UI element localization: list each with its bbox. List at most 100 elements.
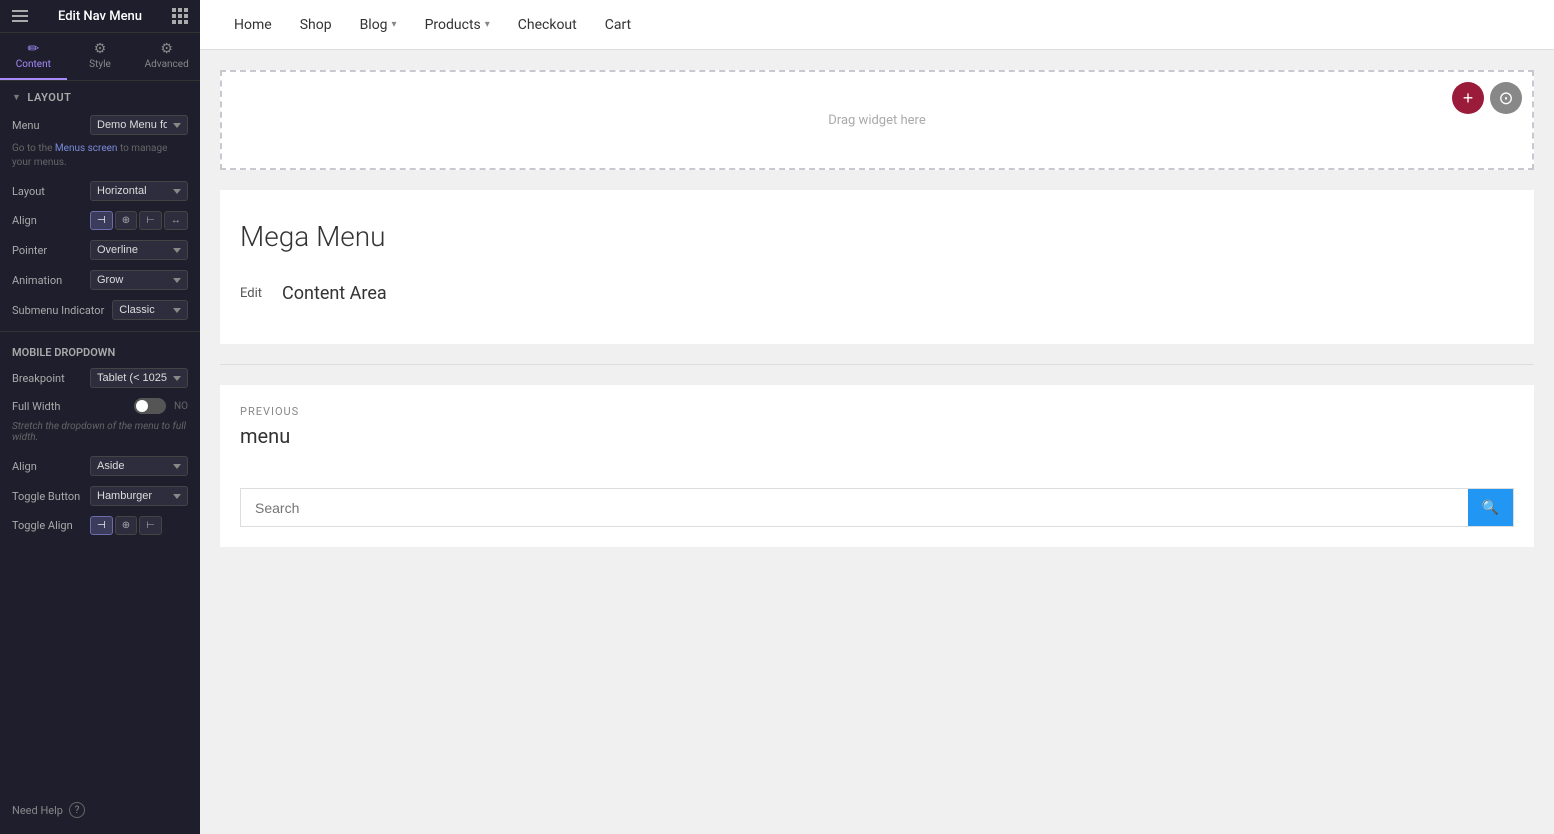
need-help[interactable]: Need Help ? [0, 786, 200, 834]
tab-style[interactable]: ⚙ Style [67, 33, 134, 80]
edit-link[interactable]: Edit [240, 286, 262, 301]
menu-field-control: Demo Menu for Ele [90, 115, 188, 135]
toggle-align-left-btn[interactable]: ⊣ [90, 516, 113, 535]
layout-select[interactable]: Horizontal [90, 181, 188, 201]
layout-field-row: Layout Horizontal [0, 176, 200, 206]
nav-bar: Home Shop Blog ▾ Products ▾ Checkout Car… [200, 0, 1554, 50]
tab-bar: ✏ Content ⚙ Style ⚙ Advanced [0, 33, 200, 81]
menu-select[interactable]: Demo Menu for Ele [90, 115, 188, 135]
tab-advanced[interactable]: ⚙ Advanced [133, 33, 200, 80]
tab-content[interactable]: ✏ Content [0, 33, 67, 80]
nav-cart-label: Cart [605, 17, 631, 33]
nav-item-cart[interactable]: Cart [591, 0, 645, 50]
grid-icon[interactable] [172, 8, 188, 24]
align2-field-row: Align Aside [0, 451, 200, 481]
toggle-button-select[interactable]: Hamburger [90, 486, 188, 506]
hamburger-icon[interactable] [12, 10, 28, 22]
align-field-row: Align ⊣ ⊕ ⊢ ↔ [0, 206, 200, 235]
need-help-label: Need Help [12, 804, 63, 817]
nav-item-home[interactable]: Home [220, 0, 286, 50]
full-width-no: NO [174, 401, 188, 412]
full-width-note: Stretch the dropdown of the menu to full… [0, 419, 200, 451]
breakpoint-field-label: Breakpoint [12, 372, 82, 385]
menu-hint: Go to the Menus screen to manage your me… [0, 140, 200, 176]
hr-divider [220, 364, 1534, 365]
menus-screen-link[interactable]: Menus screen [55, 143, 118, 154]
toggle-align-field-row: Toggle Align ⊣ ⊕ ⊢ [0, 511, 200, 540]
hint-prefix: Go to the [12, 143, 52, 154]
pointer-field-label: Pointer [12, 244, 82, 257]
align2-field-label: Align [12, 460, 82, 473]
previous-label: PREVIOUS [240, 405, 1514, 418]
breakpoint-field-control: Tablet (< 1025px) [90, 368, 188, 388]
content-tab-icon: ✏ [27, 41, 39, 57]
animation-field-row: Animation Grow [0, 265, 200, 295]
full-width-row: Full Width NO [0, 393, 200, 419]
layout-section-title: ▼ Layout [0, 81, 200, 110]
nav-item-checkout[interactable]: Checkout [504, 0, 591, 50]
submenu-field-control: Classic [112, 300, 188, 320]
toggle-button-label: Toggle Button [12, 490, 82, 503]
tab-advanced-label: Advanced [145, 59, 189, 70]
tab-style-label: Style [89, 59, 111, 70]
nav-item-shop[interactable]: Shop [286, 0, 346, 50]
style-tab-icon: ⚙ [94, 41, 107, 57]
layout-field-label: Layout [12, 185, 82, 198]
panel-title: Edit Nav Menu [58, 9, 142, 24]
layout-field-control: Horizontal [90, 181, 188, 201]
toggle-align-center-btn[interactable]: ⊕ [115, 516, 137, 535]
animation-select[interactable]: Grow [90, 270, 188, 290]
align-left-btn[interactable]: ⊣ [90, 211, 113, 230]
toggle-align-buttons: ⊣ ⊕ ⊢ [90, 516, 188, 535]
nav-home-label: Home [234, 17, 272, 33]
pointer-select[interactable]: Overline [90, 240, 188, 260]
layout-label: Layout [27, 91, 71, 104]
search-input-wrap: 🔍 [240, 488, 1514, 527]
previous-link[interactable]: menu [240, 424, 1514, 448]
nav-shop-label: Shop [300, 17, 332, 33]
submenu-field-label: Submenu Indicator [12, 304, 104, 317]
nav-item-blog[interactable]: Blog ▾ [346, 0, 411, 50]
blog-arrow-icon: ▾ [392, 19, 397, 30]
search-bar-area: 🔍 [220, 468, 1534, 547]
align-justify-btn[interactable]: ↔ [164, 211, 188, 230]
main-content: Home Shop Blog ▾ Products ▾ Checkout Car… [200, 0, 1554, 834]
section-divider-1 [0, 331, 200, 332]
submenu-field-row: Submenu Indicator Classic [0, 295, 200, 325]
nav-products-label: Products [425, 17, 481, 33]
toggle-button-field-control: Hamburger [90, 486, 188, 506]
align-field-label: Align [12, 214, 82, 227]
pointer-field-row: Pointer Overline [0, 235, 200, 265]
pointer-field-control: Overline [90, 240, 188, 260]
align-buttons: ⊣ ⊕ ⊢ ↔ [90, 211, 188, 230]
widget-area: + ⊙ Drag widget here [220, 70, 1534, 170]
mega-menu-title: Mega Menu [240, 220, 1514, 253]
full-width-label: Full Width [12, 400, 126, 413]
panel-header: Edit Nav Menu [0, 0, 200, 33]
submenu-select[interactable]: Classic [112, 300, 188, 320]
widget-controls: + ⊙ [1452, 82, 1522, 114]
search-button[interactable]: 🔍 [1468, 489, 1513, 526]
widget-settings-button[interactable]: ⊙ [1490, 82, 1522, 114]
breakpoint-field-row: Breakpoint Tablet (< 1025px) [0, 363, 200, 393]
toggle-align-label: Toggle Align [12, 519, 82, 532]
align2-field-control: Aside [90, 456, 188, 476]
animation-field-control: Grow [90, 270, 188, 290]
add-widget-button[interactable]: + [1452, 82, 1484, 114]
edit-content-row: Edit Content Area [240, 273, 1514, 314]
search-input[interactable] [241, 489, 1468, 526]
nav-item-products[interactable]: Products ▾ [411, 0, 504, 50]
mobile-dropdown-label: Mobile Dropdown [0, 338, 200, 363]
advanced-tab-icon: ⚙ [160, 41, 173, 57]
align2-select[interactable]: Aside [90, 456, 188, 476]
nav-checkout-label: Checkout [518, 17, 577, 33]
products-arrow-icon: ▾ [485, 19, 490, 30]
breakpoint-select[interactable]: Tablet (< 1025px) [90, 368, 188, 388]
tab-content-label: Content [16, 59, 51, 70]
toggle-knob [136, 400, 148, 412]
align-right-btn[interactable]: ⊢ [139, 211, 162, 230]
align-center-btn[interactable]: ⊕ [115, 211, 137, 230]
toggle-align-right-btn[interactable]: ⊢ [139, 516, 162, 535]
full-width-toggle[interactable] [134, 398, 166, 414]
animation-field-label: Animation [12, 274, 82, 287]
